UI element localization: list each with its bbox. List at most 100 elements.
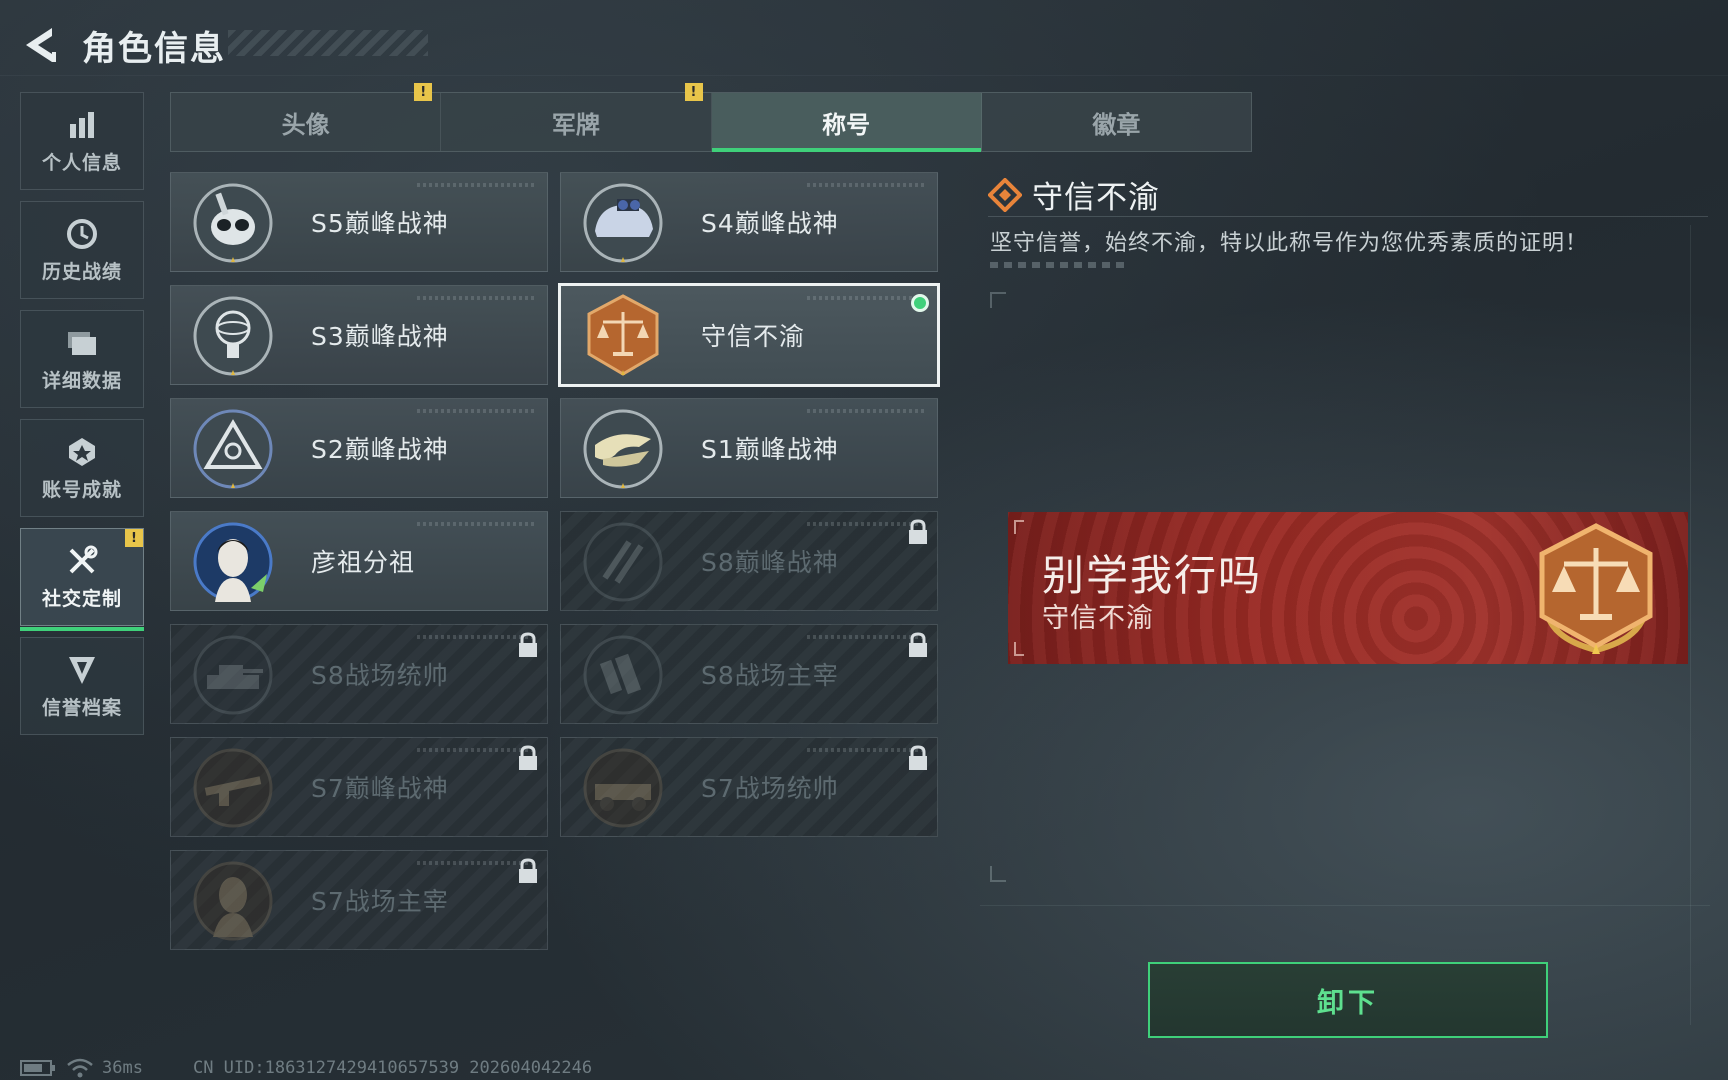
status-footer: 36ms CN UID:1863127429410657539 20260404… (20, 1056, 592, 1080)
equipped-indicator (911, 294, 929, 312)
warning-badge: ! (414, 83, 433, 101)
title-card-label: S8战场主宰 (701, 661, 839, 690)
title-card[interactable]: S4巅峰战神 (560, 172, 938, 272)
title-card[interactable]: S3巅峰战神 (170, 285, 548, 385)
tab-title[interactable]: 称号 (711, 93, 982, 152)
sidebar-item-social-custom[interactable]: ! 社交定制 (20, 528, 144, 631)
title-card[interactable]: S1巅峰战神 (560, 398, 938, 498)
detail-title-name: 守信不渝 (1032, 180, 1160, 216)
tab-label: 徽章 (1092, 110, 1141, 139)
title-card[interactable]: S2巅峰战神 (170, 398, 548, 498)
achievement-icon (65, 435, 99, 469)
vehicle-emblem-icon (583, 748, 663, 828)
scales-emblem-icon (587, 294, 659, 376)
tank-emblem-icon (193, 635, 273, 715)
frame-corner (1014, 642, 1024, 656)
nameplate-preview: 别学我行吗 守信不渝 (1008, 512, 1688, 664)
stripes-emblem-icon (583, 522, 663, 602)
warning-badge: ! (684, 83, 703, 101)
bar-chart-icon (65, 108, 99, 142)
frame-corner (990, 866, 1006, 882)
lock-icon (909, 632, 927, 657)
title-card-locked[interactable]: S8巅峰战神 (560, 511, 938, 611)
sidebar-item-label: 详细数据 (41, 369, 122, 392)
nameplate-title: 守信不渝 (1042, 603, 1154, 634)
rifle-emblem-icon (193, 748, 273, 828)
battery-icon (20, 1060, 55, 1076)
diamond-icon (988, 177, 1022, 212)
lock-icon (519, 745, 537, 770)
tab-bar: 头像 ! 军牌 ! 称号 徽章 (170, 83, 1252, 152)
pyramid-emblem-icon (193, 409, 273, 489)
title-card-label: S2巅峰战神 (311, 435, 449, 464)
sidebar: 个人信息 历史战绩 详细数据 账号成就 ! 社交定制 信誉档案 (20, 92, 144, 746)
frame-corner (1014, 520, 1024, 534)
detail-header: 守信不渝 (988, 172, 1160, 217)
lock-icon (909, 745, 927, 770)
mask-emblem-icon (193, 183, 273, 263)
sidebar-item-label: 个人信息 (41, 151, 122, 174)
wifi-icon (67, 1058, 93, 1078)
detail-description: 坚守信誉，始终不渝，特以此称号作为您优秀素质的证明！ (990, 231, 1589, 256)
player-name: 别学我行吗 (1042, 551, 1263, 600)
lock-icon (519, 632, 537, 657)
bg-grid-line (0, 75, 1728, 76)
title-card-label: S1巅峰战神 (701, 435, 839, 464)
sidebar-item-credit-record[interactable]: 信誉档案 (20, 637, 144, 735)
title-card-label: S5巅峰战神 (311, 209, 449, 238)
warning-badge: ! (125, 529, 143, 547)
title-card[interactable]: S5巅峰战神 (170, 172, 548, 272)
sidebar-item-label: 账号成就 (41, 478, 122, 501)
sidebar-item-history[interactable]: 历史战绩 (20, 201, 144, 299)
page-title: 角色信息 (82, 28, 226, 69)
title-card-label: S7巅峰战神 (311, 774, 449, 803)
unequip-button[interactable]: 卸下 (1148, 962, 1548, 1038)
frame-corner (990, 292, 1006, 308)
title-card[interactable]: 彦祖分祖 (170, 511, 548, 611)
tab-label: 军牌 (551, 110, 600, 139)
lock-icon (909, 519, 927, 544)
buildings-emblem-icon (583, 635, 663, 715)
history-clock-icon (65, 217, 99, 251)
portrait-emblem-icon (193, 522, 273, 602)
lock-icon (519, 858, 537, 883)
title-card-selected[interactable]: 守信不渝 (558, 283, 940, 387)
page-header: 角色信息 (18, 20, 428, 70)
sidebar-item-label: 社交定制 (41, 587, 122, 610)
title-card-label: S4巅峰战神 (701, 209, 839, 238)
tab-dog-tag[interactable]: 军牌 ! (441, 83, 712, 151)
globe-trophy-emblem-icon (193, 296, 273, 376)
title-card-locked[interactable]: S7战场统帅 (560, 737, 938, 837)
sidebar-item-personal-info[interactable]: 个人信息 (20, 92, 144, 190)
detail-decoration (990, 262, 1126, 268)
credit-shield-icon (65, 653, 99, 687)
title-card-label: 守信不渝 (701, 322, 806, 351)
helmet-emblem-icon (583, 183, 663, 263)
divider (988, 216, 1708, 217)
tools-icon (65, 544, 99, 578)
bg-grid-line (1690, 225, 1691, 1025)
folder-icon (65, 326, 99, 360)
ping-value: 36ms (102, 1058, 143, 1078)
title-card-label: S7战场主宰 (311, 887, 449, 916)
title-card-locked[interactable]: S7巅峰战神 (170, 737, 548, 837)
back-button[interactable] (18, 23, 62, 67)
sidebar-item-label: 信誉档案 (41, 696, 122, 719)
tab-label: 称号 (822, 110, 871, 139)
title-decoration (228, 30, 428, 56)
bg-grid-line (980, 905, 1710, 906)
scales-emblem-icon (1539, 523, 1653, 654)
sidebar-item-detailed-data[interactable]: 详细数据 (20, 310, 144, 408)
title-card-locked[interactable]: S8战场主宰 (560, 624, 938, 724)
tab-label: 头像 (281, 110, 330, 139)
sidebar-item-achievements[interactable]: 账号成就 (20, 419, 144, 517)
title-card-locked[interactable]: S8战场统帅 (170, 624, 548, 724)
title-card-label: S3巅峰战神 (311, 322, 449, 351)
tab-badge[interactable]: 徽章 (982, 93, 1251, 151)
title-card-locked[interactable]: S7战场主宰 (170, 850, 548, 950)
back-arrow-icon (26, 28, 56, 62)
title-card-label: S8战场统帅 (311, 661, 449, 690)
tab-avatar[interactable]: 头像 ! (171, 83, 442, 151)
title-card-label: S8巅峰战神 (701, 548, 839, 577)
uid-text: CN UID:1863127429410657539 202604042246 (192, 1058, 593, 1078)
